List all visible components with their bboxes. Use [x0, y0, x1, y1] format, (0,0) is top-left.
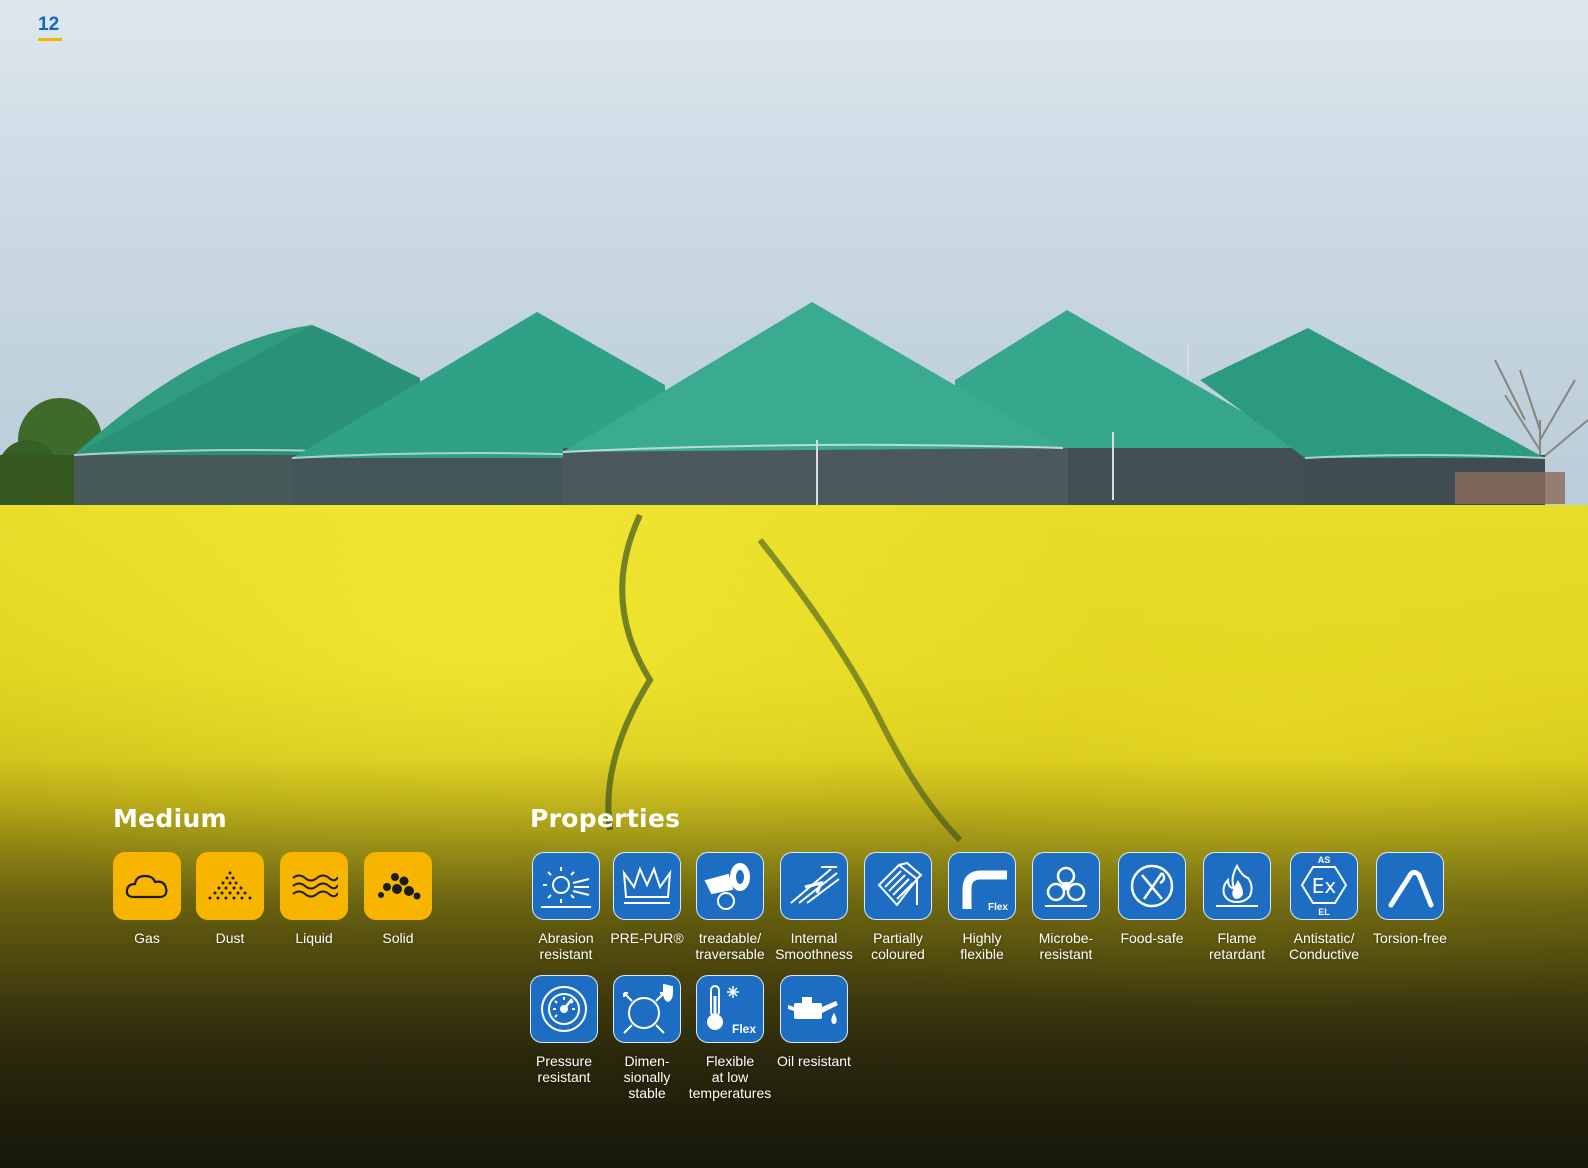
- property-food-safe: Food-safe: [1110, 852, 1194, 946]
- property-label: Torsion-free: [1373, 930, 1447, 946]
- property-label: treadable/ traversable: [695, 930, 765, 962]
- waves-icon: [280, 852, 348, 920]
- property-dimensionally-stable: Dimen- sionally stable: [605, 975, 689, 1101]
- cloud-icon: [113, 852, 181, 920]
- property-label: Highly flexible: [960, 930, 1004, 962]
- flex-bend-icon: Flex: [948, 852, 1016, 920]
- ex-bottom-label: EL: [1318, 907, 1330, 917]
- medium-item-solid: Solid: [356, 852, 440, 946]
- medium-item-liquid: Liquid: [272, 852, 356, 946]
- medium-item-label: Solid: [382, 930, 414, 946]
- torsion-icon: [1376, 852, 1444, 920]
- medium-item-label: Dust: [215, 930, 245, 946]
- property-label: Pressure resistant: [535, 1053, 593, 1085]
- smoothness-icon: [780, 852, 848, 920]
- property-label: Flexible at low temperatures: [688, 1053, 772, 1101]
- property-highly-flexible: Flex Highly flexible: [940, 852, 1024, 962]
- property-pressure-resistant: Pressure resistant: [522, 975, 606, 1085]
- ex-top-label: AS: [1317, 855, 1331, 865]
- property-label: Antistatic/ Conductive: [1288, 930, 1360, 962]
- property-pre-pur: PRE-PUR®: [605, 852, 689, 946]
- medium-title: Medium: [113, 804, 227, 833]
- medium-item-dust: Dust: [188, 852, 272, 946]
- cutlery-icon: [1118, 852, 1186, 920]
- property-internal-smoothness: Internal Smoothness: [772, 852, 856, 962]
- page-number-underline: [38, 38, 62, 41]
- property-flame-retardant: Flame retardant: [1195, 852, 1279, 962]
- abrasion-icon: [532, 852, 600, 920]
- property-oil-resistant: Oil resistant: [772, 975, 856, 1069]
- property-abrasion-resistant: Abrasion resistant: [524, 852, 608, 962]
- biohazard-icon: [1032, 852, 1100, 920]
- ex-icon: AS Ex EL: [1290, 852, 1358, 920]
- oil-can-icon: [780, 975, 848, 1043]
- property-label: Partially coloured: [871, 930, 925, 962]
- ex-mark: Ex: [1311, 874, 1337, 898]
- page-number: 12: [38, 14, 60, 35]
- brochure-page: 12 Medium Gas Dust Liquid Solid Properti…: [0, 0, 1588, 1168]
- medium-item-label: Gas: [134, 930, 160, 946]
- property-torsion-free: Torsion-free: [1362, 852, 1458, 946]
- medium-item-gas: Gas: [105, 852, 189, 946]
- rocks-icon: [364, 852, 432, 920]
- gauge-icon: [530, 975, 598, 1043]
- tire-icon: [696, 852, 764, 920]
- flex-tag: Flex: [987, 902, 1008, 913]
- thermometer-icon: Flex: [696, 975, 764, 1043]
- property-label: Dimen- sionally stable: [623, 1053, 671, 1101]
- property-label: Abrasion resistant: [538, 930, 594, 962]
- property-flexible-low-temperatures: Flex Flexible at low temperatures: [688, 975, 772, 1101]
- medium-item-label: Liquid: [295, 930, 333, 946]
- crown-icon: [613, 852, 681, 920]
- coloured-hose-icon: [864, 852, 932, 920]
- property-label: PRE-PUR®: [610, 930, 684, 946]
- property-label: Food-safe: [1120, 930, 1184, 946]
- dust-icon: [196, 852, 264, 920]
- property-partially-coloured: Partially coloured: [856, 852, 940, 962]
- property-antistatic: AS Ex EL Antistatic/ Conductive: [1276, 852, 1372, 962]
- property-label: Internal Smoothness: [775, 930, 853, 962]
- property-label: Microbe- resistant: [1038, 930, 1094, 962]
- property-microbe-resistant: Microbe- resistant: [1024, 852, 1108, 962]
- flame-icon: [1203, 852, 1271, 920]
- property-label: Flame retardant: [1208, 930, 1266, 962]
- properties-title: Properties: [530, 804, 681, 833]
- property-label: Oil resistant: [777, 1053, 851, 1069]
- flex-tag: Flex: [731, 1022, 756, 1036]
- property-treadable: treadable/ traversable: [688, 852, 772, 962]
- dimension-icon: [613, 975, 681, 1043]
